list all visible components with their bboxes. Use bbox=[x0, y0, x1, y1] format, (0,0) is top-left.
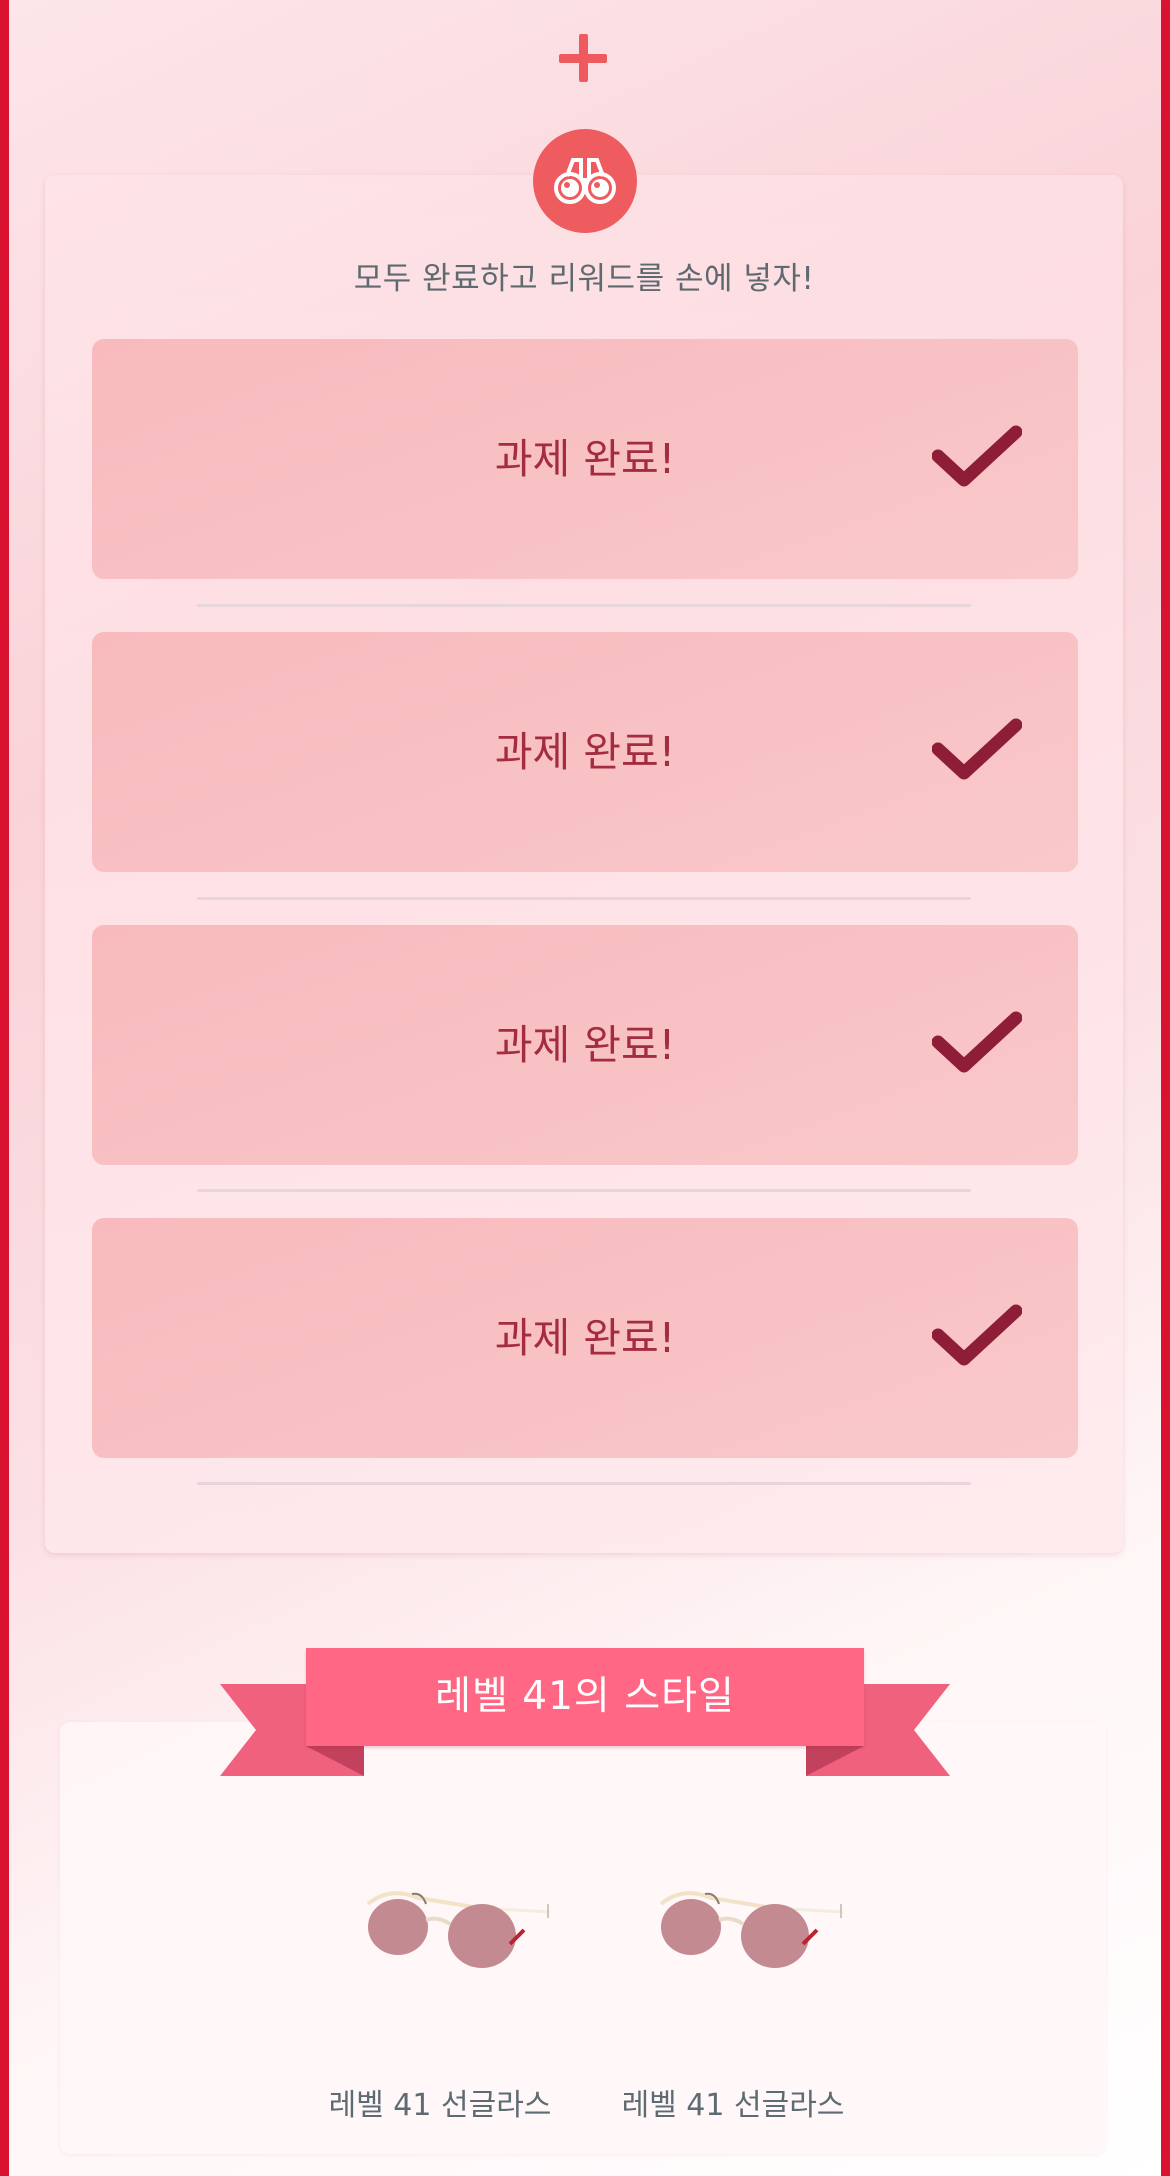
screen-border-right bbox=[1161, 0, 1170, 2176]
reward-item-1[interactable] bbox=[340, 1882, 580, 1976]
task-item-1[interactable]: 과제 완료! bbox=[92, 339, 1078, 579]
reward-item-name: 레벨 41 선글라스 bbox=[621, 2088, 845, 2123]
checkmark-icon bbox=[932, 425, 1022, 487]
task-label: 과제 완료! bbox=[494, 728, 676, 776]
screen-border-left bbox=[0, 0, 9, 2176]
ribbon-title: 레벨 41의 스타일 bbox=[435, 1674, 735, 1719]
task-divider bbox=[197, 897, 971, 900]
sunglasses-icon bbox=[659, 1891, 844, 1968]
task-label: 과제 완료! bbox=[494, 1021, 676, 1069]
task-item-4[interactable]: 과제 완료! bbox=[92, 1218, 1078, 1458]
reward-item-2[interactable] bbox=[633, 1882, 873, 1976]
checkmark-icon bbox=[932, 718, 1022, 780]
tasks-subtitle: 모두 완료하고 리워드를 손에 넣자! bbox=[353, 261, 815, 297]
checkmark-icon bbox=[932, 1011, 1022, 1073]
binoculars-icon bbox=[533, 129, 637, 233]
task-divider bbox=[197, 604, 971, 607]
checkmark-icon bbox=[932, 1304, 1022, 1366]
task-label: 과제 완료! bbox=[494, 1314, 676, 1362]
reward-item-name: 레벨 41 선글라스 bbox=[328, 2088, 552, 2123]
level-style-ribbon: 레벨 41의 스타일 bbox=[220, 1648, 950, 1778]
task-divider bbox=[197, 1482, 971, 1485]
task-item-3[interactable]: 과제 완료! bbox=[92, 925, 1078, 1165]
sunglasses-icon bbox=[366, 1891, 551, 1968]
task-item-2[interactable]: 과제 완료! bbox=[92, 632, 1078, 872]
task-divider bbox=[197, 1189, 971, 1192]
plus-icon[interactable] bbox=[559, 34, 607, 82]
task-label: 과제 완료! bbox=[494, 435, 676, 483]
style-rewards-panel bbox=[60, 1722, 1106, 2154]
